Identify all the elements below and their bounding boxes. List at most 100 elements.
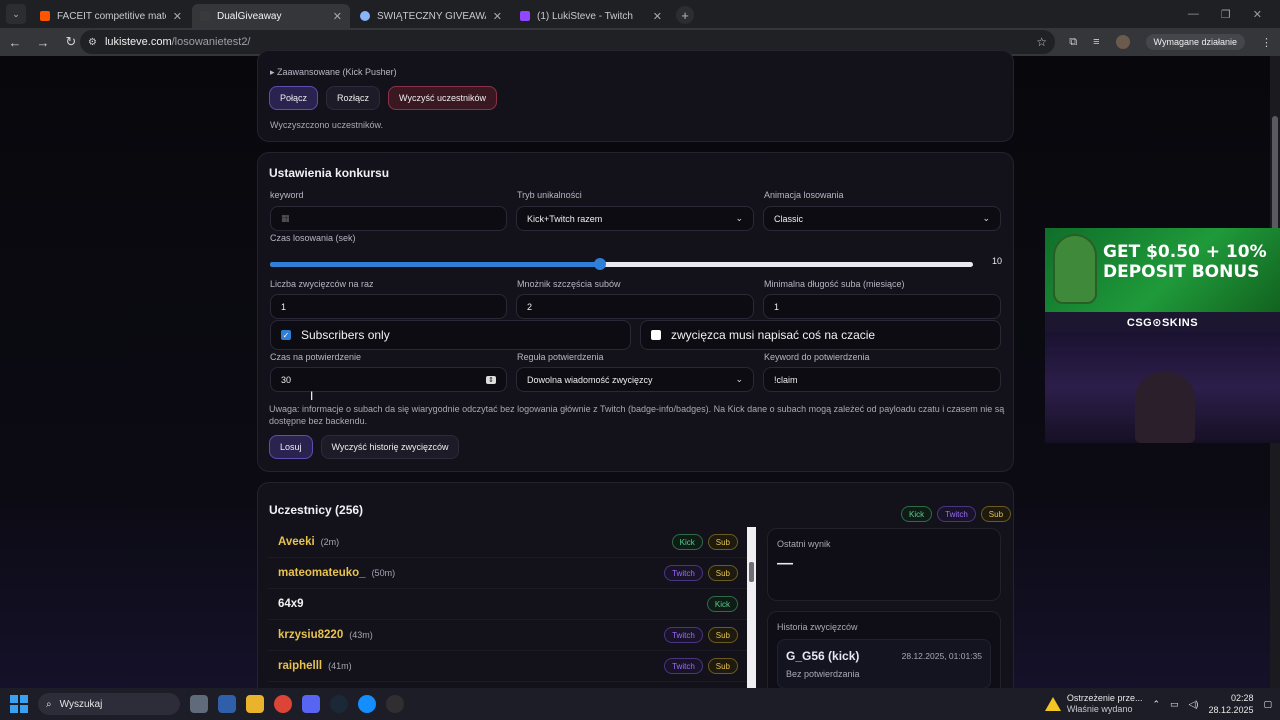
tab-dualgiveaway[interactable]: DualGiveaway ✕	[192, 4, 350, 28]
participants-scrollbar-thumb[interactable]	[749, 562, 754, 582]
profile-avatar[interactable]	[1115, 35, 1130, 49]
mascot-image	[1053, 234, 1097, 304]
site-info-icon[interactable]: ⚙	[88, 37, 97, 48]
history-winner-time: 28.12.2025, 01:01:35	[901, 651, 982, 661]
close-window-icon[interactable]: ✕	[1253, 8, 1262, 21]
subs-only-toggle[interactable]: ✓ Subscribers only	[270, 320, 631, 350]
reload-icon[interactable]: ↻	[64, 34, 78, 50]
close-icon[interactable]: ✕	[333, 10, 342, 23]
clock[interactable]: 02:28 28.12.2025	[1208, 692, 1253, 716]
tab-giveaway[interactable]: ŚWIĄTECZNY GIVEAWAY ✕	[352, 4, 510, 28]
winners-input[interactable]: 1	[270, 294, 507, 319]
notifications-icon[interactable]: ▢	[1263, 699, 1272, 710]
last-result-value: —	[777, 555, 793, 572]
confirm-rule-label: Reguła potwierdzenia	[517, 352, 604, 362]
filter-sub[interactable]: Sub	[980, 506, 1012, 522]
participant-row[interactable]: 64x9 Kick	[268, 589, 748, 620]
task-view-icon[interactable]	[190, 695, 208, 713]
stream-overlay: GET $0.50 + 10% DEPOSIT BONUS CSG⊙SKINS	[1045, 228, 1280, 443]
confirm-time-input[interactable]: 30 ⇕	[270, 367, 507, 392]
promo-brand: CSG⊙SKINS	[1045, 312, 1280, 332]
participant-row[interactable]: krzysiu8220 (43m) Twitch Sub	[268, 620, 748, 651]
clear-participants-button[interactable]: Wyczyść uczestników	[388, 86, 497, 110]
file-explorer-icon[interactable]	[246, 695, 264, 713]
tab-search-button[interactable]: ⌄	[6, 4, 26, 24]
promo-headline-2: DEPOSIT BONUS	[1103, 262, 1260, 282]
close-icon[interactable]: ✕	[653, 10, 662, 23]
chevron-up-icon[interactable]: ⌃	[1152, 699, 1160, 710]
bookmark-star-icon[interactable]: ☆	[1036, 35, 1047, 49]
windows-start-icon[interactable]	[10, 695, 28, 713]
network-icon[interactable]: ▭	[1170, 699, 1179, 710]
tag-kick: Kick	[671, 534, 703, 550]
last-result-label: Ostatni wynik	[777, 539, 831, 549]
tag-twitch: Twitch	[664, 565, 703, 581]
emoji-picker-icon[interactable]: ▦	[281, 213, 290, 224]
participant-tags: Kick Sub	[671, 534, 738, 550]
draw-button[interactable]: Losuj	[269, 435, 313, 459]
taskbar-search[interactable]: ⌕ Wyszukaj	[38, 693, 180, 715]
participant-row[interactable]: raiphelll (41m) Twitch Sub	[268, 651, 748, 682]
extensions-icon[interactable]: ⧉	[1069, 36, 1077, 49]
back-arrow-icon[interactable]: ←	[8, 35, 22, 50]
draw-time-slider[interactable]	[270, 258, 973, 270]
disconnect-button[interactable]: Rozłącz	[326, 86, 381, 110]
close-icon[interactable]: ✕	[173, 10, 182, 23]
warning-subtitle: Właśnie wydano	[1066, 704, 1133, 714]
participants-scrollbar[interactable]	[747, 527, 756, 688]
animation-select[interactable]: Classic ⌄	[763, 206, 1001, 231]
tab-title: (1) LukiSteve - Twitch	[537, 10, 633, 22]
subs-only-checkbox[interactable]: ✓	[281, 330, 291, 340]
maximize-icon[interactable]: ❐	[1221, 8, 1231, 21]
obs-icon[interactable]	[386, 695, 404, 713]
tag-kick: Kick	[706, 596, 738, 612]
chrome-icon[interactable]	[274, 695, 292, 713]
steam-icon[interactable]	[330, 695, 348, 713]
participant-row[interactable]: mateomateuko_ (50m) Twitch Sub	[268, 558, 748, 589]
participant-filters: Kick Twitch Sub	[901, 506, 1012, 522]
clock-date: 28.12.2025	[1208, 705, 1254, 715]
close-icon[interactable]: ✕	[493, 10, 502, 23]
settings-title: Ustawienia konkursu	[269, 166, 390, 180]
warning-title: Ostrzeżenie prze...	[1066, 693, 1143, 703]
connection-actions: Połącz Rozłącz Wyczyść uczestników	[269, 86, 497, 110]
forward-arrow-icon[interactable]: →	[36, 35, 50, 50]
battlenet-icon[interactable]	[358, 695, 376, 713]
min-sub-input[interactable]: 1	[763, 294, 1001, 319]
confirm-rule-select[interactable]: Dowolna wiadomość zwycięzcy ⌄	[516, 367, 754, 392]
action-required-button[interactable]: Wymagane działanie	[1145, 34, 1245, 50]
page-scrollbar-thumb[interactable]	[1272, 116, 1278, 236]
toolbar-right: ⧉ ≡ Wymagane działanie ⋮	[1069, 28, 1272, 56]
app-icon[interactable]	[218, 695, 236, 713]
keyword-input[interactable]: ▦	[270, 206, 507, 231]
filter-kick[interactable]: Kick	[901, 506, 933, 522]
participant-age: (43m)	[349, 630, 373, 640]
must-write-toggle[interactable]: zwycięzca musi napisać coś na czacie	[640, 320, 1001, 350]
media-controls-icon[interactable]: ≡	[1093, 36, 1099, 48]
tab-faceit[interactable]: FACEIT competitive match - FAC ✕	[32, 4, 190, 28]
minimize-icon[interactable]: —	[1188, 8, 1199, 20]
filter-twitch[interactable]: Twitch	[937, 506, 976, 522]
participant-age: (41m)	[328, 661, 352, 671]
last-result-panel: Ostatni wynik —	[767, 528, 1001, 601]
promo-banner: GET $0.50 + 10% DEPOSIT BONUS	[1045, 228, 1280, 312]
participant-row[interactable]: Aveeki (2m) Kick Sub	[268, 527, 748, 558]
confirm-keyword-label: Keyword do potwierdzenia	[764, 352, 870, 362]
advanced-toggle[interactable]: ▸ Zaawansowane (Kick Pusher)	[270, 67, 397, 78]
luck-multiplier-input[interactable]: 2	[516, 294, 754, 319]
new-tab-button[interactable]: +	[676, 6, 694, 24]
clear-history-button[interactable]: Wyczyść historię zwycięzców	[320, 435, 460, 459]
discord-icon[interactable]	[302, 695, 320, 713]
warning-notification[interactable]: Ostrzeżenie prze... Właśnie wydano	[1044, 693, 1143, 715]
promo-headline: GET $0.50 + 10% DEPOSIT BONUS	[1103, 242, 1267, 282]
spinner-icon[interactable]: ⇕	[486, 375, 496, 384]
participants-list: Aveeki (2m) Kick Sub mateomateuko_ (50m) Twitc…	[268, 527, 748, 688]
must-write-checkbox[interactable]	[651, 330, 661, 340]
confirm-keyword-input[interactable]: !claim	[763, 367, 1001, 392]
volume-icon[interactable]: ◁)	[1189, 699, 1199, 710]
uniqueness-select[interactable]: Kick+Twitch razem ⌄	[516, 206, 754, 231]
connect-button[interactable]: Połącz	[269, 86, 319, 110]
tab-title: FACEIT competitive match - FAC	[57, 10, 166, 22]
menu-kebab-icon[interactable]: ⋮	[1261, 36, 1272, 49]
tab-twitch[interactable]: (1) LukiSteve - Twitch ✕	[512, 4, 670, 28]
